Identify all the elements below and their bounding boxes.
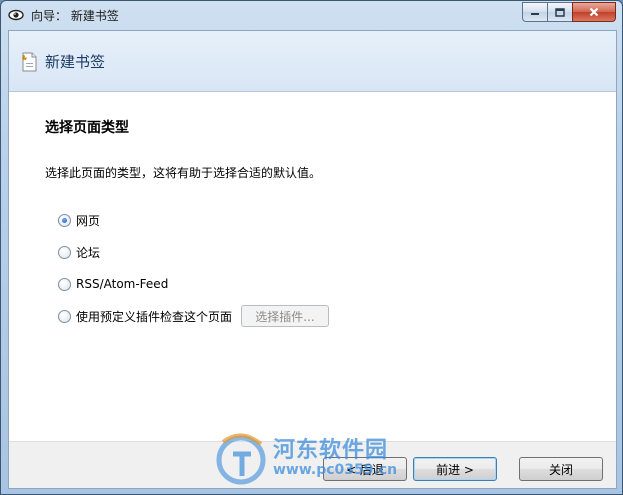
title-bar[interactable]: 向导： 新建书签: [1, 1, 622, 29]
wizard-content: 新建书签 选择页面类型 选择此页面的类型，这将有助于选择合适的默认值。 网页 论…: [8, 30, 617, 489]
radio-option-plugin[interactable]: 使用预定义插件检查这个页面: [58, 307, 232, 325]
radio-button[interactable]: [58, 309, 71, 323]
radio-option-forum[interactable]: 论坛: [58, 243, 100, 261]
radio-button[interactable]: [58, 245, 71, 259]
page-description: 选择此页面的类型，这将有助于选择合适的默认值。: [45, 166, 322, 180]
caption-buttons: [522, 2, 616, 22]
eye-icon: [8, 9, 24, 21]
next-button[interactable]: 前进 >: [413, 457, 497, 481]
section-title: 选择页面类型: [45, 120, 129, 136]
radio-label: RSS/Atom-Feed: [76, 277, 169, 291]
maximize-button[interactable]: [547, 2, 572, 22]
close-icon: [589, 7, 599, 17]
minimize-button[interactable]: [522, 2, 547, 22]
radio-label: 论坛: [76, 245, 101, 260]
radio-label: 网页: [76, 213, 101, 228]
radio-button-checked[interactable]: [58, 213, 71, 227]
header-title: 新建书签: [45, 53, 106, 71]
select-plugin-button[interactable]: 选择插件...: [241, 305, 329, 327]
window-title: 向导： 新建书签: [31, 9, 119, 23]
minimize-icon: [531, 13, 539, 15]
wizard-window: 向导： 新建书签 新建书签 选择页面类型 选择此页面的类型，这将有助于选择合适的…: [0, 0, 623, 495]
close-window-button[interactable]: [572, 2, 616, 22]
back-button[interactable]: < 后退: [323, 457, 407, 481]
radio-label: 使用预定义插件检查这个页面: [76, 309, 233, 324]
radio-option-rss[interactable]: RSS/Atom-Feed: [58, 275, 168, 293]
radio-option-webpage[interactable]: 网页: [58, 211, 100, 229]
radio-button[interactable]: [58, 277, 71, 291]
wizard-header: 新建书签: [9, 31, 616, 92]
close-button[interactable]: 关闭: [519, 457, 603, 481]
maximize-icon: [555, 7, 565, 17]
new-bookmark-icon: [21, 52, 37, 72]
